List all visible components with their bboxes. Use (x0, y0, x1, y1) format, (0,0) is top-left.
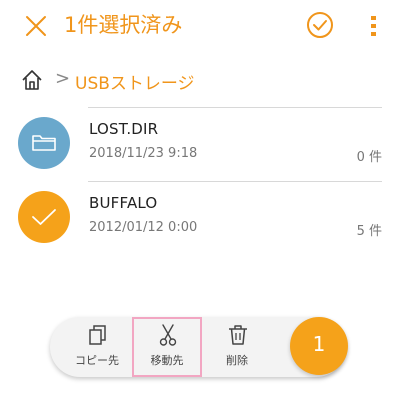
move-to-label: 移動先 (150, 354, 184, 367)
breadcrumb-location[interactable]: USBストレージ (75, 69, 195, 94)
file-name: LOST.DIR (89, 120, 159, 138)
copy-icon (86, 323, 110, 347)
copy-to-button[interactable]: コピー先 (62, 317, 132, 377)
divider (88, 107, 382, 108)
check-icon[interactable] (18, 191, 70, 243)
selection-count-badge[interactable]: 1 (290, 317, 348, 375)
breadcrumb-separator: > (55, 68, 71, 89)
home-icon[interactable] (20, 68, 44, 92)
trash-icon (226, 323, 250, 347)
file-row-lost-dir[interactable]: LOST.DIR 2018/11/23 9:18 0 件 (0, 116, 400, 186)
delete-button[interactable]: 削除 (202, 317, 272, 377)
close-icon[interactable] (22, 12, 50, 40)
file-row-buffalo[interactable]: BUFFALO 2012/01/12 0:00 5 件 (0, 190, 400, 260)
copy-to-label: コピー先 (75, 354, 119, 367)
file-date: 2018/11/23 9:18 (89, 146, 198, 161)
scissors-icon (156, 323, 180, 347)
app-bar: 1件選択済み (0, 0, 400, 54)
selection-count: 1 (312, 332, 326, 356)
file-count: 0 件 (356, 150, 382, 165)
move-to-button[interactable]: 移動先 (132, 317, 202, 377)
file-count: 5 件 (356, 224, 382, 239)
more-options-icon[interactable] (362, 12, 386, 40)
select-all-check-icon[interactable] (306, 11, 334, 39)
breadcrumb: > USBストレージ (0, 60, 400, 100)
page-title: 1件選択済み (64, 13, 183, 37)
folder-icon[interactable] (18, 117, 70, 169)
file-name: BUFFALO (89, 194, 158, 212)
delete-label: 削除 (226, 354, 248, 367)
divider (88, 181, 382, 182)
file-date: 2012/01/12 0:00 (89, 220, 198, 235)
